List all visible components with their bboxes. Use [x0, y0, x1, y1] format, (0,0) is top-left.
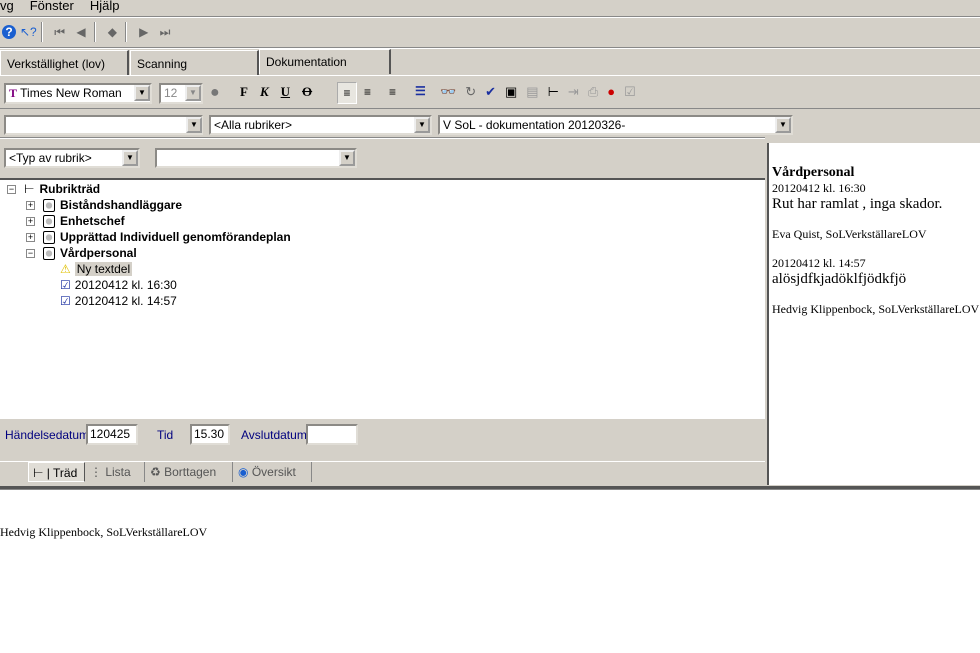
editor-text[interactable]: Hedvig Klippenbock, SoLVerkställareLOV [0, 525, 207, 540]
entry-signature: Hedvig Klippenbock, SoLVerkställareLOV [772, 302, 980, 316]
avslutdatum-label: Avslutdatum [241, 428, 307, 442]
entry-text: alösjdfkjadöklfjödkfjö [772, 271, 907, 287]
tools-toolbar: 👓↻✔▣▤⊢⇥⎙●☑ [440, 84, 645, 100]
tid-label: Tid [157, 428, 174, 442]
current-record-icon[interactable]: ◆ [103, 23, 121, 41]
globe-icon: ◉ [238, 465, 249, 479]
help-icon[interactable]: ? [2, 25, 16, 39]
insert-node-icon[interactable]: ⇥ [568, 84, 588, 99]
folder-node-icon [43, 215, 55, 229]
folder-node-icon [43, 231, 55, 245]
tab-dokumentation[interactable]: Dokumentation [259, 49, 391, 74]
entry-signature: Eva Quist, SoLVerkställareLOV [772, 227, 927, 241]
truetype-icon: T [9, 86, 18, 100]
tab-scanning[interactable]: Scanning [130, 50, 259, 75]
spellcheck-icon[interactable]: ✔ [485, 84, 505, 99]
menu-hjalp[interactable]: Hjälp [90, 0, 120, 13]
prev-record-icon[interactable]: ◀ [72, 23, 90, 41]
underline-button[interactable]: U [281, 84, 290, 99]
preview-pane: Vårdpersonal 20120412 kl. 16:30 Rut har … [767, 143, 980, 485]
align-right-icon[interactable]: ≡ [389, 85, 396, 99]
tab-verkstallighet[interactable]: Verkställighet (lov) [0, 50, 129, 75]
tree-icon: ⊢ [24, 182, 35, 196]
tab-oversikt[interactable]: ◉ Översikt [234, 462, 312, 482]
rubrik-select[interactable]: <Alla rubriker> ▼ [209, 115, 432, 135]
entry-text: Rut har ramlat , inga skador. [772, 196, 943, 212]
tree-node[interactable]: + Biståndshandläggare [26, 198, 182, 213]
handelsedatum-label: Händelsedatum [5, 428, 90, 442]
recycle-bin-icon: ♻ [150, 465, 161, 479]
tab-borttagen[interactable]: ♻ Borttagen [146, 462, 233, 482]
handelsedatum-input[interactable]: 120425 [86, 424, 138, 445]
approve-icon[interactable]: ☑ [624, 84, 645, 99]
rubrik-type-select-2[interactable]: ▼ [155, 148, 357, 168]
print-icon[interactable]: ⎙ [588, 84, 607, 99]
filter-combo-1[interactable] [4, 115, 203, 135]
entry-date: 20120412 kl. 14:57 [772, 256, 866, 270]
font-select[interactable]: T Times New Roman ▼ [4, 83, 152, 104]
tid-input[interactable]: 15.30 [190, 424, 230, 445]
last-record-icon[interactable]: ⏭ [156, 23, 174, 41]
tab-trad[interactable]: ⊢ | Träd [28, 462, 85, 482]
menu-fonster[interactable]: Fönster [30, 0, 74, 13]
menu-bar: vg Fönster Hjälp [0, 0, 135, 14]
align-left-icon[interactable]: ≡ [337, 82, 357, 104]
first-record-icon[interactable]: ⏮ [51, 23, 69, 41]
folder-node-icon [43, 199, 55, 213]
whats-this-icon[interactable]: ↖? [19, 23, 37, 41]
chevron-down-icon[interactable]: ▼ [186, 117, 202, 133]
next-record-icon[interactable]: ▶ [135, 23, 153, 41]
preview-heading: Vårdpersonal [772, 165, 855, 180]
tree-leaf[interactable]: ☑ 20120412 kl. 14:57 [60, 294, 177, 308]
signed-doc-icon: ☑ [60, 294, 71, 308]
strike-button[interactable]: O [302, 84, 312, 99]
tree-leaf[interactable]: ⚠ Ny textdel [60, 262, 133, 276]
tree-root[interactable]: − ⊢ Rubrikträd [7, 182, 100, 196]
signed-doc-icon: ☑ [60, 278, 71, 292]
tree-node[interactable]: + Enhetschef [26, 214, 125, 229]
warning-icon: ⚠ [60, 262, 71, 276]
entry-date: 20120412 kl. 16:30 [772, 181, 866, 195]
form-icon[interactable]: ▤ [526, 84, 547, 99]
bold-button[interactable]: F [240, 84, 248, 99]
bullet-list-icon[interactable]: ☰ [415, 84, 426, 98]
size-select[interactable]: 12 ▼ [159, 83, 203, 104]
menu-verktyg[interactable]: vg [0, 0, 14, 13]
traffic-light-icon[interactable]: ● [607, 84, 624, 99]
insert-picture-icon[interactable]: ▣ [505, 84, 526, 99]
nav-toolbar: ? ↖? ⏮ ◀ ◆ ▶ ⏭ [2, 22, 174, 42]
italic-button[interactable]: K [260, 84, 269, 99]
folder-node-icon [43, 247, 55, 261]
tab-lista[interactable]: ⋮ Lista [86, 462, 145, 482]
rubrik-type-select[interactable]: <Typ av rubrik> ▼ [4, 148, 140, 168]
find-icon[interactable]: 👓 [440, 84, 465, 99]
document-select[interactable]: V SoL - dokumentation 20120326- ▼ [438, 115, 793, 135]
tree-leaf[interactable]: ☑ 20120412 kl. 16:30 [60, 278, 177, 292]
align-center-icon[interactable]: ≡ [364, 85, 371, 99]
format-toolbar: FKUO [240, 84, 312, 100]
tree-node[interactable]: + Upprättad Individuell genomförandeplan [26, 230, 291, 245]
tree-node[interactable]: − Vårdpersonal [26, 246, 137, 261]
color-palette-icon[interactable]: ● [210, 84, 220, 102]
replace-icon[interactable]: ↻ [465, 84, 485, 99]
avslutdatum-input[interactable] [306, 424, 358, 445]
tree-structure-icon[interactable]: ⊢ [548, 84, 568, 99]
